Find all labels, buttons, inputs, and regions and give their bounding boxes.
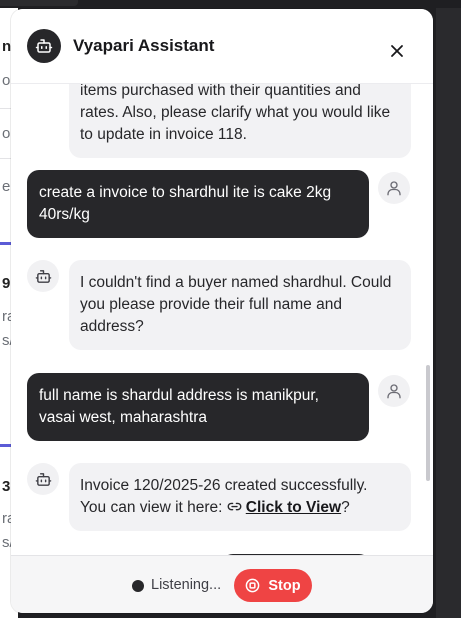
assistant-chat-panel: Vyapari Assistant items purchased with t… xyxy=(11,9,433,613)
chat-title: Vyapari Assistant xyxy=(73,36,215,55)
background-right-strip xyxy=(436,8,461,618)
bot-message: Invoice 120/2025-26 created successfully… xyxy=(69,463,411,531)
close-button[interactable] xyxy=(385,39,409,63)
user-message: create a invoice to shardhul ite is cake… xyxy=(27,170,369,238)
user-message: full name is shardul address is manikpur… xyxy=(27,373,369,441)
stop-button[interactable]: Stop xyxy=(234,569,312,602)
bot-icon xyxy=(35,472,51,486)
message-text: I couldn't find a buyer named shardhul. … xyxy=(80,274,392,335)
background-app-topbar xyxy=(0,0,78,6)
bot-avatar xyxy=(27,260,59,292)
view-invoice-link[interactable]: Click to View xyxy=(246,499,341,516)
listening-status: Listening... xyxy=(151,577,222,593)
stop-icon xyxy=(246,578,260,593)
user-icon xyxy=(387,384,401,399)
background-text: o xyxy=(2,125,11,142)
bot-avatar xyxy=(27,463,59,495)
background-text: o xyxy=(2,72,11,89)
listening-indicator xyxy=(132,580,144,592)
chat-header: Vyapari Assistant xyxy=(11,9,433,84)
link-icon xyxy=(227,502,242,511)
message-text: full name is shardul address is manikpur… xyxy=(39,387,319,426)
stop-label: Stop xyxy=(268,577,301,594)
background-text: e xyxy=(2,178,11,195)
message-list[interactable]: items purchased with their quantities an… xyxy=(11,84,433,554)
close-icon xyxy=(391,45,403,57)
bot-message: items purchased with their quantities an… xyxy=(69,84,411,158)
user-icon xyxy=(387,181,401,196)
bot-message: I couldn't find a buyer named shardhul. … xyxy=(69,260,411,350)
chat-footer: Listening... Stop xyxy=(11,555,433,613)
message-text: items purchased with their quantities an… xyxy=(80,84,391,143)
message-text: ? xyxy=(341,499,350,516)
user-avatar xyxy=(378,375,410,407)
user-avatar xyxy=(378,172,410,204)
bot-icon xyxy=(27,29,61,63)
scrollbar-thumb[interactable] xyxy=(426,365,430,481)
message-text: create a invoice to shardhul ite is cake… xyxy=(39,184,332,223)
background-text: n xyxy=(2,38,12,55)
bot-icon xyxy=(35,269,51,283)
